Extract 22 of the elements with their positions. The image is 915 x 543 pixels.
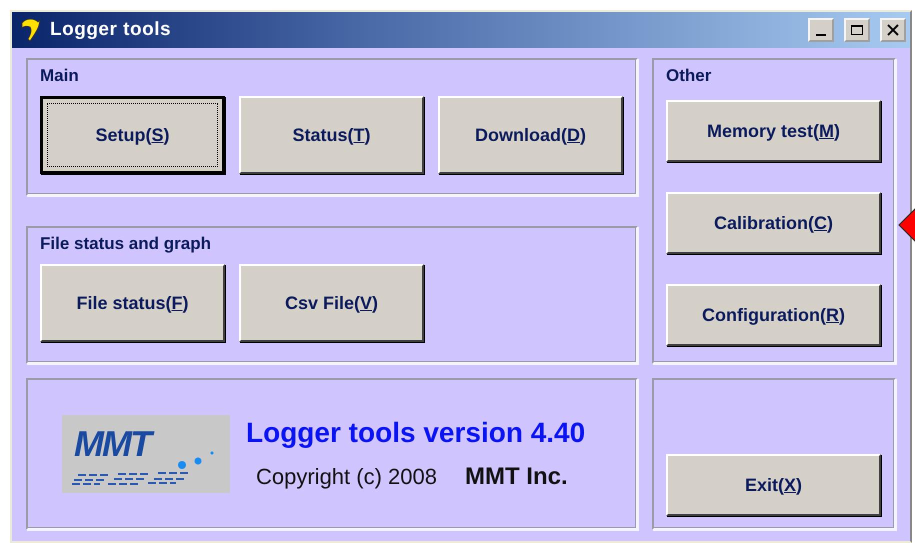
copyright-text: Copyright (c) 2008	[256, 464, 437, 490]
close-icon	[887, 24, 899, 36]
command-button[interactable]: Download(D)	[438, 96, 623, 174]
group-title: Other	[666, 66, 712, 86]
maximize-icon	[850, 24, 864, 36]
command-button[interactable]: Memory test(M)	[666, 100, 881, 162]
group-title: File status and graph	[40, 234, 212, 254]
window-title: Logger tools	[50, 19, 172, 41]
minimize-button[interactable]	[808, 18, 834, 42]
close-button[interactable]	[880, 18, 906, 42]
command-button[interactable]: File status(F)	[40, 264, 225, 342]
group-title: Main	[40, 66, 80, 86]
command-button[interactable]: Exit(X)	[666, 454, 881, 516]
command-button[interactable]: Status(T)	[239, 96, 424, 174]
command-button[interactable]: Configuration(R)	[666, 284, 881, 346]
command-button[interactable]: Calibration(C)	[666, 192, 881, 254]
command-button[interactable]: Setup(S)	[40, 96, 225, 174]
maximize-button[interactable]	[844, 18, 870, 42]
minimize-icon	[816, 34, 826, 36]
version-text: Logger tools version 4.40	[246, 417, 586, 449]
company-name: MMT Inc.	[464, 463, 568, 491]
command-button[interactable]: Csv File(V)	[239, 264, 424, 342]
